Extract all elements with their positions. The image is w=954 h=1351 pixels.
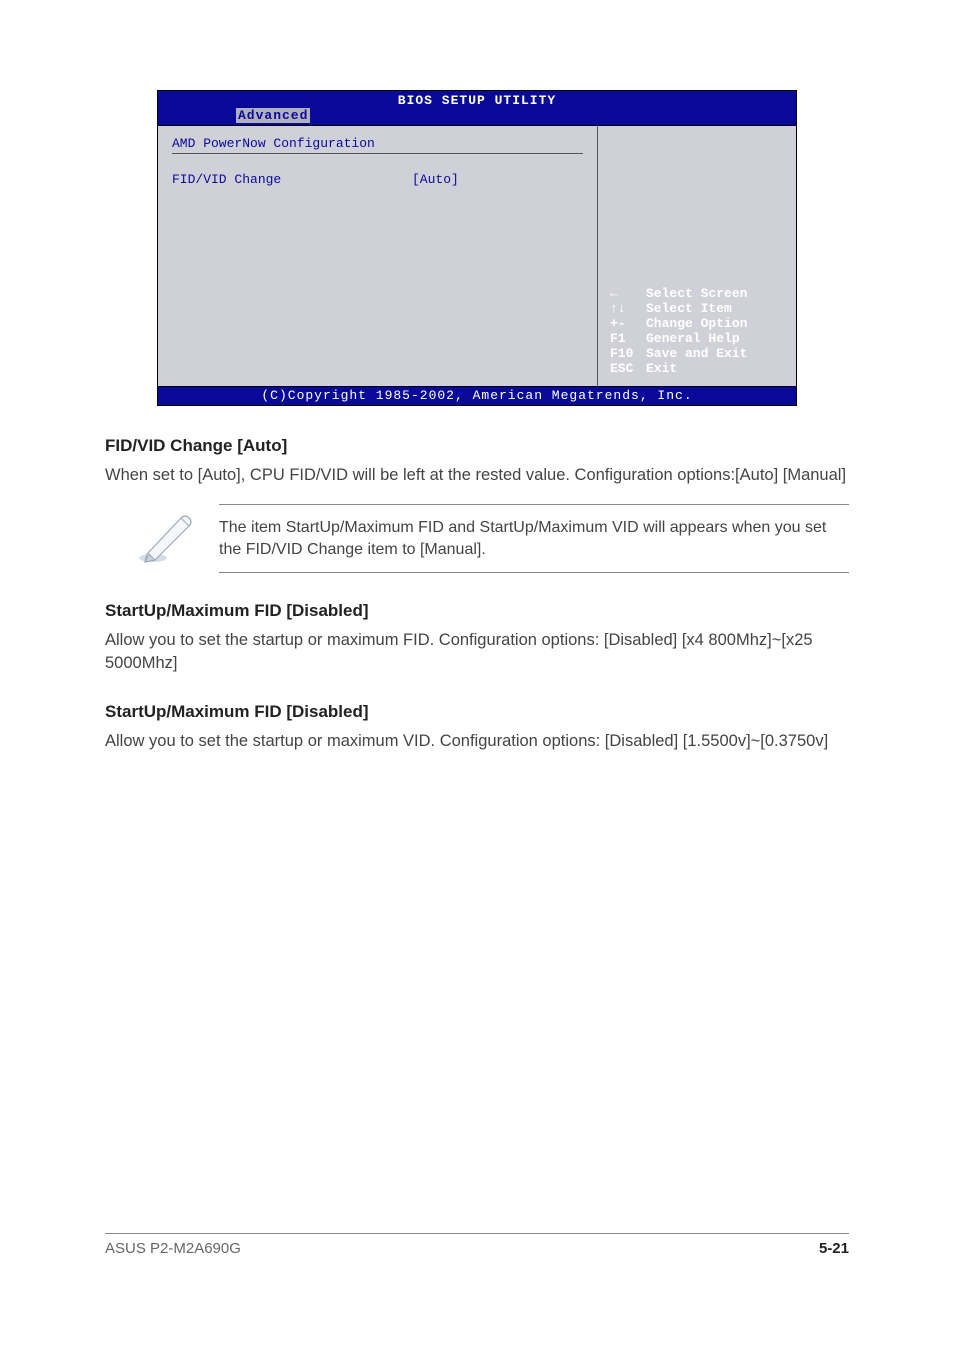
key-esc: ESC	[610, 361, 646, 376]
heading-fid-vid-change: FID/VID Change [Auto]	[105, 436, 849, 456]
keyhelp-row: ESC Exit	[610, 361, 788, 376]
keyhelp-row: ↑↓ Select Item	[610, 301, 788, 316]
tab-advanced[interactable]: Advanced	[236, 108, 310, 123]
keyhelp-row: ← Select Screen	[610, 286, 788, 301]
keyhelp-row: F1 General Help	[610, 331, 788, 346]
setting-fid-vid-change[interactable]: FID/VID Change [Auto]	[172, 172, 583, 187]
bios-main-panel: AMD PowerNow Configuration FID/VID Chang…	[158, 126, 598, 386]
bios-window-title: BIOS SETUP UTILITY	[398, 93, 556, 108]
keyhelp-action: Select Item	[646, 301, 732, 316]
paragraph: When set to [Auto], CPU FID/VID will be …	[105, 464, 849, 486]
keyhelp-action: Change Option	[646, 316, 747, 331]
keyhelp-row: +- Change Option	[610, 316, 788, 331]
footer-product: ASUS P2-M2A690G	[105, 1240, 241, 1257]
plusminus-icon: +-	[610, 316, 646, 331]
keyhelp-action: General Help	[646, 331, 740, 346]
note-callout: The item StartUp/Maximum FID and StartUp…	[137, 504, 849, 573]
keyhelp-row: F10 Save and Exit	[610, 346, 788, 361]
keyhelp-action: Save and Exit	[646, 346, 747, 361]
setting-value: [Auto]	[412, 172, 459, 187]
key-f1: F1	[610, 331, 646, 346]
bios-section-header: AMD PowerNow Configuration	[172, 136, 583, 154]
keyhelp-action: Exit	[646, 361, 677, 376]
footer-page-number: 5-21	[819, 1240, 849, 1257]
bios-copyright: (C)Copyright 1985-2002, American Megatre…	[157, 386, 797, 406]
arrows-updown-icon: ↑↓	[610, 301, 646, 316]
key-f10: F10	[610, 346, 646, 361]
bios-body: AMD PowerNow Configuration FID/VID Chang…	[157, 126, 797, 386]
bios-help-panel: ← Select Screen ↑↓ Select Item +- Change…	[598, 126, 796, 386]
bios-titlebar: BIOS SETUP UTILITY Advanced	[157, 90, 797, 126]
heading-startup-vid: StartUp/Maximum FID [Disabled]	[105, 702, 849, 722]
bios-screenshot: BIOS SETUP UTILITY Advanced AMD PowerNow…	[157, 90, 797, 406]
heading-startup-fid: StartUp/Maximum FID [Disabled]	[105, 601, 849, 621]
paragraph: Allow you to set the startup or maximum …	[105, 629, 849, 674]
note-text: The item StartUp/Maximum FID and StartUp…	[219, 504, 849, 573]
paragraph: Allow you to set the startup or maximum …	[105, 730, 849, 752]
page-footer: ASUS P2-M2A690G 5-21	[105, 1233, 849, 1257]
arrow-left-icon: ←	[610, 286, 646, 301]
pencil-note-icon	[137, 504, 197, 569]
setting-label: FID/VID Change	[172, 172, 412, 187]
keyhelp-action: Select Screen	[646, 286, 747, 301]
bios-key-help: ← Select Screen ↑↓ Select Item +- Change…	[610, 286, 788, 376]
